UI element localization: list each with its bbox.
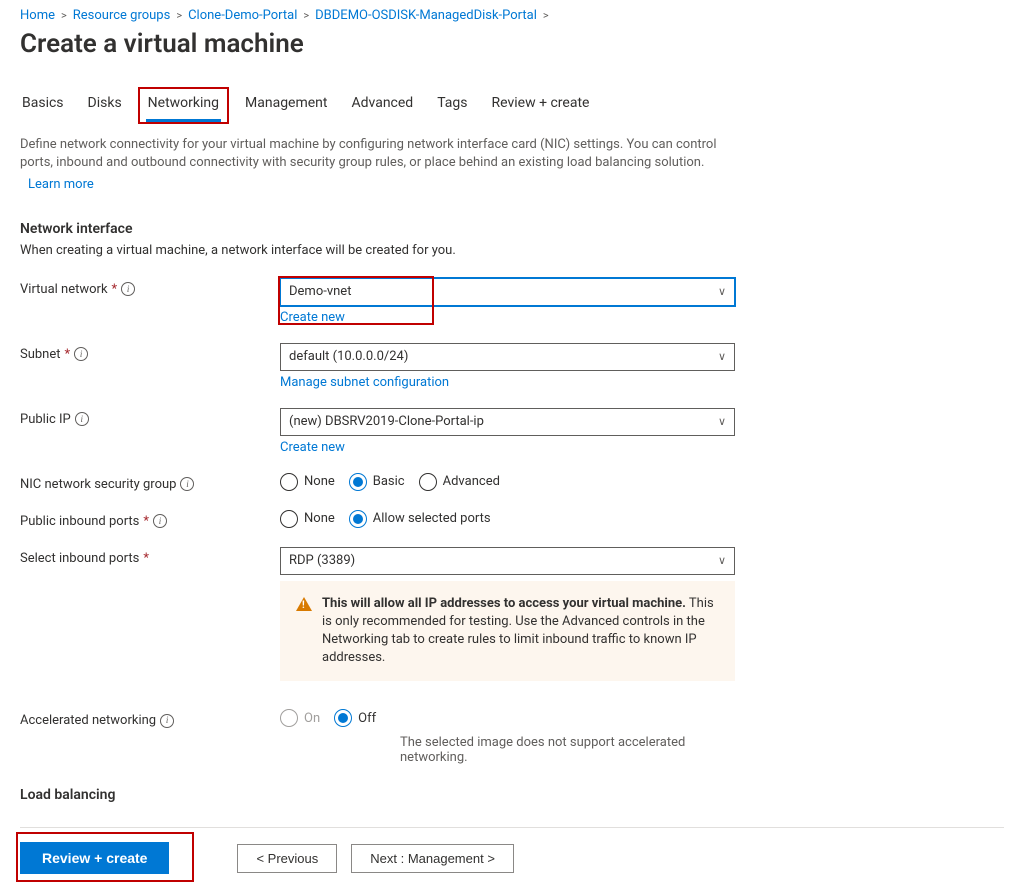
label-accelerated-networking: Accelerated networking	[20, 713, 156, 728]
warning-icon	[296, 597, 312, 611]
chevron-right-icon: >	[303, 9, 309, 22]
select-inbound-ports[interactable]: RDP (3389) ∨	[280, 547, 735, 575]
nsg-radio-none[interactable]: None	[280, 473, 335, 491]
required-indicator: *	[143, 514, 149, 529]
info-icon[interactable]: i	[160, 714, 174, 728]
tab-management[interactable]: Management	[243, 89, 329, 122]
inbound-radio-none[interactable]: None	[280, 510, 335, 528]
public-ip-value: (new) DBSRV2019-Clone-Portal-ip	[289, 414, 484, 429]
label-nsg: NIC network security group	[20, 477, 176, 492]
label-public-inbound: Public inbound ports	[20, 514, 139, 529]
learn-more-link[interactable]: Learn more	[28, 176, 740, 194]
tab-bar: Basics Disks Networking Management Advan…	[20, 89, 1004, 122]
required-indicator: *	[65, 347, 71, 362]
tab-disks[interactable]: Disks	[86, 89, 124, 122]
review-create-button[interactable]: Review + create	[20, 842, 169, 874]
section-subtext: When creating a virtual machine, a netwo…	[20, 243, 1004, 258]
info-icon[interactable]: i	[75, 412, 89, 426]
chevron-down-icon: ∨	[718, 554, 726, 567]
footer-bar: Review + create < Previous Next : Manage…	[20, 827, 1004, 892]
tab-basics[interactable]: Basics	[20, 89, 66, 122]
chevron-right-icon: >	[176, 9, 182, 22]
accel-note: The selected image does not support acce…	[400, 735, 735, 765]
next-button[interactable]: Next : Management >	[351, 844, 514, 873]
tab-tags[interactable]: Tags	[435, 89, 469, 122]
breadcrumb: Home > Resource groups > Clone-Demo-Port…	[20, 8, 1004, 23]
inbound-warning: This will allow all IP addresses to acce…	[280, 581, 735, 682]
chevron-down-icon: ∨	[718, 285, 726, 298]
breadcrumb-home[interactable]: Home	[20, 8, 55, 23]
tab-networking[interactable]: Networking	[146, 89, 221, 122]
label-public-ip: Public IP	[20, 412, 71, 427]
create-new-ip-link[interactable]: Create new	[280, 440, 345, 455]
select-ports-value: RDP (3389)	[289, 553, 355, 568]
label-subnet: Subnet	[20, 347, 61, 362]
accel-radio-on: On	[280, 709, 320, 727]
virtual-network-select[interactable]: Demo-vnet ∨	[280, 278, 735, 306]
info-icon[interactable]: i	[153, 514, 167, 528]
highlight-networking-tab: Networking	[138, 87, 229, 124]
chevron-down-icon: ∨	[718, 350, 726, 363]
info-icon[interactable]: i	[74, 347, 88, 361]
tab-review[interactable]: Review + create	[490, 89, 592, 122]
breadcrumb-managed-disk[interactable]: DBDEMO-OSDISK-ManagedDisk-Portal	[315, 8, 537, 23]
breadcrumb-resource-groups[interactable]: Resource groups	[73, 8, 171, 23]
nsg-radio-basic[interactable]: Basic	[349, 473, 405, 491]
required-indicator: *	[112, 282, 118, 297]
nsg-radio-advanced[interactable]: Advanced	[419, 473, 500, 491]
chevron-right-icon: >	[61, 9, 67, 22]
label-virtual-network: Virtual network	[20, 282, 108, 297]
subnet-value: default (10.0.0.0/24)	[289, 349, 408, 364]
chevron-down-icon: ∨	[718, 415, 726, 428]
manage-subnet-link[interactable]: Manage subnet configuration	[280, 375, 449, 390]
create-new-vnet-link[interactable]: Create new	[280, 310, 345, 325]
breadcrumb-clone-demo[interactable]: Clone-Demo-Portal	[188, 8, 297, 23]
tab-advanced[interactable]: Advanced	[350, 89, 416, 122]
inbound-radio-allow[interactable]: Allow selected ports	[349, 510, 491, 528]
section-load-balancing: Load balancing	[20, 787, 1004, 803]
label-select-ports: Select inbound ports	[20, 551, 139, 566]
section-network-interface: Network interface	[20, 221, 1004, 237]
chevron-right-icon: >	[543, 9, 549, 22]
public-ip-select[interactable]: (new) DBSRV2019-Clone-Portal-ip ∨	[280, 408, 735, 436]
virtual-network-value: Demo-vnet	[289, 284, 351, 299]
intro-text: Define network connectivity for your vir…	[20, 136, 740, 195]
info-icon[interactable]: i	[180, 477, 194, 491]
required-indicator: *	[143, 551, 149, 566]
accel-radio-off[interactable]: Off	[334, 709, 376, 727]
subnet-select[interactable]: default (10.0.0.0/24) ∨	[280, 343, 735, 371]
info-icon[interactable]: i	[121, 282, 135, 296]
previous-button[interactable]: < Previous	[237, 844, 337, 873]
page-title: Create a virtual machine	[20, 29, 1004, 59]
